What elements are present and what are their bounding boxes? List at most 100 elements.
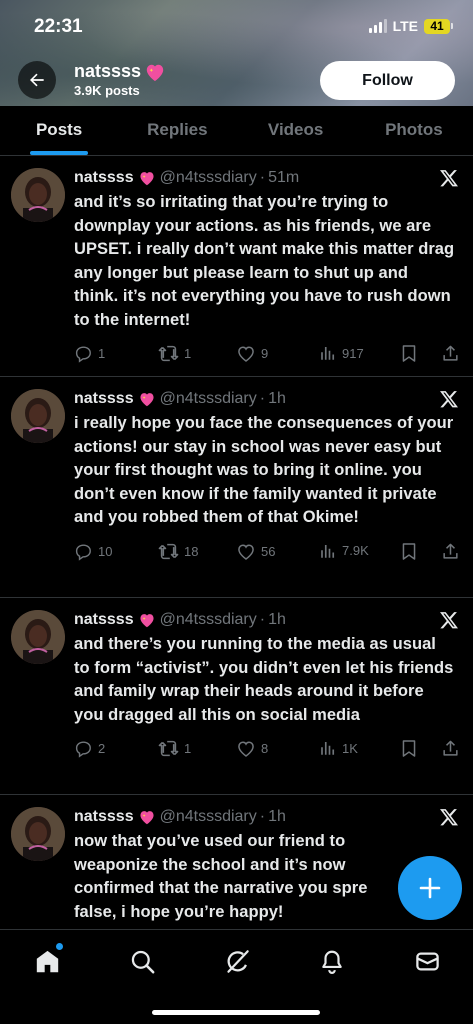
arrow-left-icon	[30, 73, 44, 87]
separator-dot: ·	[259, 611, 266, 628]
heart-outline-icon	[238, 346, 254, 362]
separator-dot: ·	[259, 808, 266, 825]
like-count: 9	[261, 346, 269, 361]
follow-button[interactable]: Follow	[320, 61, 455, 100]
compose-button[interactable]	[398, 856, 462, 920]
heart-outline-icon	[238, 543, 254, 560]
signal-icon	[368, 19, 387, 33]
nav-grok[interactable]	[222, 946, 252, 976]
battery-level: 41	[424, 18, 450, 34]
active-tab-indicator	[30, 151, 89, 155]
tweet-actions: 1 1 9 917	[74, 332, 459, 376]
x-logo-icon	[440, 809, 458, 826]
heart-outline-icon	[238, 741, 254, 757]
avatar[interactable]	[11, 610, 65, 664]
tweet-header: natssss @n4tsssdiary · 1h	[74, 389, 459, 409]
status-icons: LTE 41	[368, 18, 453, 34]
tweet-time[interactable]: 1h	[268, 611, 286, 629]
tab-posts[interactable]: Posts	[0, 106, 118, 155]
views-button[interactable]: 917	[319, 344, 364, 362]
profile-tabs: Posts Replies Videos Photos	[0, 106, 473, 156]
tweet-text: and it’s so irritating that you’re tryin…	[74, 193, 455, 329]
like-count: 56	[261, 543, 276, 559]
like-button[interactable]: 9	[236, 344, 268, 363]
view-count: 1K	[342, 740, 358, 756]
tweet-time[interactable]: 1h	[268, 390, 286, 408]
nav-notifications[interactable]	[317, 946, 347, 976]
like-button[interactable]: 56	[236, 542, 275, 561]
tweet[interactable]: natssss @n4tsssdiary · 1h and there’s yo…	[0, 598, 473, 795]
tweet[interactable]: natssss @n4tsssdiary · 1h i really hope …	[0, 377, 473, 598]
heart-emoji-icon	[138, 391, 156, 407]
share-icon	[443, 543, 458, 559]
tweet-handle[interactable]: @n4tsssdiary	[160, 169, 257, 187]
bookmark-button[interactable]	[401, 344, 417, 363]
tweet-handle[interactable]: @n4tsssdiary	[160, 808, 257, 826]
avatar[interactable]	[11, 389, 65, 443]
view-count: 7.9K	[342, 543, 369, 558]
post-count: 3.9K posts	[74, 83, 140, 98]
reply-count: 10	[98, 543, 113, 559]
tweet-text: i really hope you face the consequences …	[74, 414, 454, 526]
tweet-actions: 2 1 8 1K	[74, 727, 459, 771]
reply-button[interactable]: 1	[74, 344, 105, 363]
bookmark-button[interactable]	[401, 739, 417, 758]
nav-home[interactable]	[32, 943, 63, 976]
repost-count: 1	[184, 741, 192, 756]
tweet-author[interactable]: natssss	[74, 808, 134, 826]
heart-emoji-icon	[138, 809, 156, 825]
back-button[interactable]	[18, 61, 56, 99]
views-button[interactable]: 7.9K	[319, 542, 369, 560]
tab-photos[interactable]: Photos	[355, 106, 473, 155]
search-icon	[131, 950, 154, 973]
like-count: 8	[261, 741, 269, 756]
plus-icon	[419, 877, 441, 899]
reply-count: 1	[98, 346, 106, 361]
repost-icon	[158, 543, 179, 559]
repost-button[interactable]: 1	[158, 739, 191, 758]
repost-icon	[158, 740, 179, 757]
views-button[interactable]: 1K	[319, 739, 358, 757]
profile-name-text: natssss	[74, 61, 142, 81]
avatar[interactable]	[11, 807, 65, 861]
bookmark-icon	[402, 542, 416, 560]
battery-icon: 41	[424, 18, 453, 34]
tab-videos[interactable]: Videos	[237, 106, 355, 155]
reply-button[interactable]: 10	[74, 542, 112, 561]
tweet-handle[interactable]: @n4tsssdiary	[160, 611, 257, 629]
separator-dot: ·	[259, 390, 266, 407]
avatar[interactable]	[11, 168, 65, 222]
tweet-time[interactable]: 1h	[268, 808, 286, 826]
tweet-header: natssss @n4tsssdiary · 1h	[74, 610, 459, 630]
repost-button[interactable]: 18	[158, 542, 198, 561]
reply-icon	[75, 741, 91, 758]
bell-icon	[322, 950, 342, 974]
tab-replies[interactable]: Replies	[118, 106, 236, 155]
nav-search[interactable]	[127, 946, 157, 976]
tweet-author[interactable]: natssss	[74, 169, 134, 187]
reply-count: 2	[98, 741, 106, 756]
tweet[interactable]: natssss @n4tsssdiary · 1h now that you’v…	[0, 795, 473, 935]
views-icon	[321, 544, 335, 558]
share-button[interactable]	[441, 739, 460, 758]
repost-icon	[158, 345, 179, 362]
reply-button[interactable]: 2	[74, 739, 105, 758]
tweet-feed: natssss @n4tsssdiary · 51m and it’s so i…	[0, 156, 473, 935]
status-bar: 22:31 LTE 41	[0, 0, 473, 56]
share-button[interactable]	[441, 344, 460, 363]
tweet[interactable]: natssss @n4tsssdiary · 51m and it’s so i…	[0, 156, 473, 377]
repost-button[interactable]: 1	[158, 344, 191, 363]
views-icon	[321, 347, 335, 360]
tweet-author[interactable]: natssss	[74, 611, 134, 629]
tweet-time[interactable]: 51m	[268, 169, 299, 187]
tweet-author[interactable]: natssss	[74, 390, 134, 408]
share-icon	[443, 740, 458, 756]
x-logo-icon	[440, 391, 458, 408]
bookmark-button[interactable]	[401, 542, 417, 561]
tweet-handle[interactable]: @n4tsssdiary	[160, 390, 257, 408]
like-button[interactable]: 8	[236, 739, 268, 758]
reply-icon	[75, 543, 91, 561]
share-icon	[443, 345, 458, 361]
share-button[interactable]	[441, 542, 460, 561]
nav-messages[interactable]	[412, 946, 442, 976]
